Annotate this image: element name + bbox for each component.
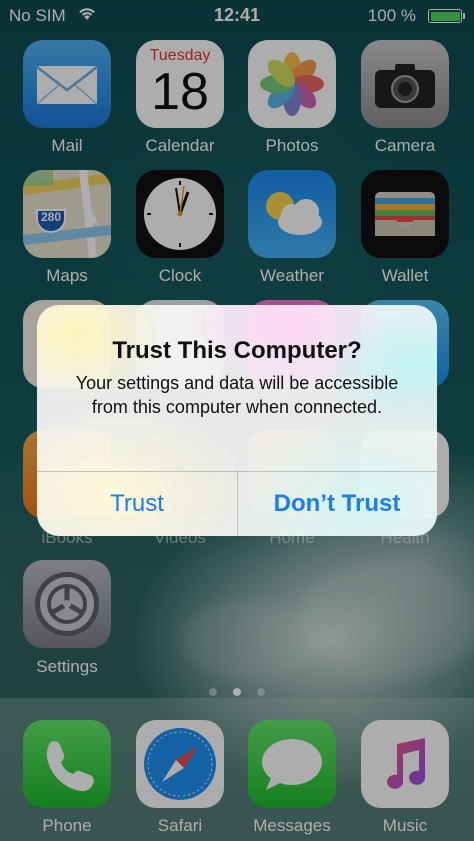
dont-trust-button[interactable]: Don’t Trust (237, 472, 437, 536)
alert-message: Your settings and data will be accessibl… (75, 373, 399, 417)
alert-title: Trust This Computer? (112, 337, 362, 364)
trust-computer-alert: Trust This Computer? Your settings and d… (37, 305, 437, 536)
trust-button[interactable]: Trust (37, 472, 237, 536)
